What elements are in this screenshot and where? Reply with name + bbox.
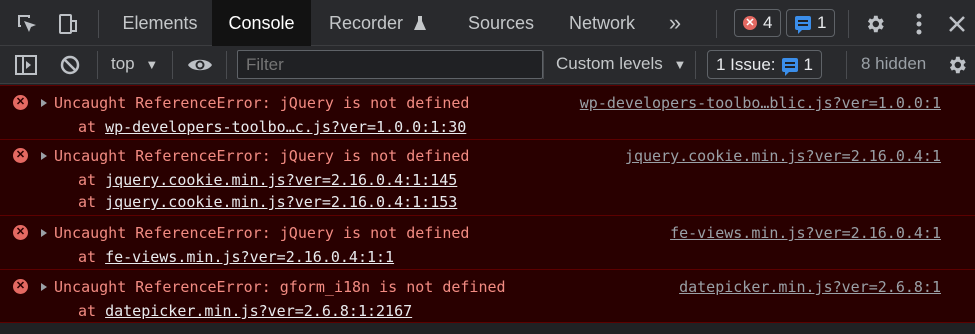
- stack-link[interactable]: jquery.cookie.min.js?ver=2.16.0.4:1:153: [105, 193, 457, 211]
- stack-frame: at jquery.cookie.min.js?ver=2.16.0.4:1:1…: [78, 193, 457, 211]
- tab-elements[interactable]: Elements: [112, 0, 208, 46]
- stack-frame: at wp-developers-toolbo…c.js?ver=1.0.0:1…: [78, 118, 466, 136]
- log-levels-dropdown[interactable]: Custom levels ▼: [556, 54, 686, 74]
- error-count: 4: [763, 13, 773, 32]
- divider: [226, 51, 227, 79]
- error-text: Uncaught ReferenceError: jQuery is not d…: [54, 224, 470, 242]
- device-toolbar-icon[interactable]: [55, 11, 81, 37]
- message-icon: [795, 16, 811, 34]
- divider: [716, 10, 717, 38]
- error-icon: ✕: [743, 16, 757, 30]
- error-text: Uncaught ReferenceError: gform_i18n is n…: [54, 278, 506, 296]
- console-error-message: ✕ Uncaught ReferenceError: jQuery is not…: [0, 139, 975, 215]
- divider: [848, 10, 849, 38]
- context-selector-label: top: [111, 54, 135, 73]
- more-options-icon[interactable]: [906, 11, 932, 37]
- error-icon: ✕: [13, 225, 28, 240]
- divider: [98, 10, 99, 38]
- error-icon: ✕: [13, 148, 28, 163]
- devtools-tabbar: Elements Console Recorder Sources Networ…: [0, 0, 975, 46]
- tab-recorder-label: Recorder: [329, 13, 404, 33]
- divider: [97, 51, 98, 79]
- stack-prefix: at: [78, 302, 106, 320]
- error-icon: ✕: [13, 279, 28, 294]
- console-settings-gear-icon[interactable]: [944, 52, 970, 78]
- context-selector[interactable]: top ▼: [111, 54, 158, 74]
- stack-link[interactable]: jquery.cookie.min.js?ver=2.16.0.4:1:145: [105, 171, 457, 189]
- stack-link[interactable]: wp-developers-toolbo…c.js?ver=1.0.0:1:30: [105, 118, 466, 136]
- error-text: Uncaught ReferenceError: jQuery is not d…: [54, 147, 470, 165]
- close-devtools-icon[interactable]: [944, 11, 970, 37]
- dropdown-arrow-icon: ▼: [673, 57, 687, 72]
- tab-console[interactable]: Console: [212, 0, 311, 46]
- expand-triangle-icon[interactable]: [41, 283, 47, 291]
- divider: [695, 51, 696, 79]
- hidden-count: 8 hidden: [861, 54, 927, 73]
- stack-prefix: at: [78, 171, 106, 189]
- sidebar-toggle-icon[interactable]: [14, 53, 38, 77]
- message-count-badge[interactable]: 1: [786, 9, 836, 37]
- inspect-element-icon[interactable]: [14, 11, 40, 37]
- clear-console-icon[interactable]: [58, 53, 82, 77]
- source-link[interactable]: wp-developers-toolbo…blic.js?ver=1.0.0:1: [580, 94, 941, 112]
- tab-network[interactable]: Network: [554, 0, 650, 46]
- message-icon: [781, 57, 798, 76]
- console-error-message: ✕ Uncaught ReferenceError: gform_i18n is…: [0, 269, 975, 322]
- dropdown-arrow-icon: ▼: [145, 57, 159, 72]
- expand-triangle-icon[interactable]: [41, 152, 47, 160]
- stack-frame: at fe-views.min.js?ver=2.16.0.4:1:1: [78, 248, 394, 266]
- stack-link[interactable]: fe-views.min.js?ver=2.16.0.4:1:1: [105, 248, 394, 266]
- source-link[interactable]: fe-views.min.js?ver=2.16.0.4:1: [670, 224, 941, 242]
- stack-frame: at jquery.cookie.min.js?ver=2.16.0.4:1:1…: [78, 171, 457, 189]
- live-expression-eye-icon[interactable]: [186, 53, 214, 77]
- console-toolbar: top ▼ Custom levels ▼ 1 Issue: 1 8 hidde…: [0, 46, 975, 84]
- issues-label: 1 Issue:: [716, 54, 776, 74]
- divider: [543, 51, 544, 79]
- error-icon: ✕: [13, 95, 28, 110]
- log-levels-label: Custom levels: [556, 54, 663, 73]
- stack-prefix: at: [78, 118, 106, 136]
- tab-sources[interactable]: Sources: [455, 0, 547, 46]
- issues-count: 1: [803, 54, 814, 74]
- settings-gear-icon[interactable]: [862, 11, 888, 37]
- source-link[interactable]: jquery.cookie.min.js?ver=2.16.0.4:1: [625, 147, 941, 165]
- expand-triangle-icon[interactable]: [41, 229, 47, 237]
- stack-link[interactable]: datepicker.min.js?ver=2.6.8:1:2167: [105, 302, 412, 320]
- stack-prefix: at: [78, 248, 106, 266]
- stack-frame: at datepicker.min.js?ver=2.6.8:1:2167: [78, 302, 412, 320]
- divider: [846, 51, 847, 79]
- error-count-badge[interactable]: ✕ 4: [734, 9, 782, 37]
- tab-recorder[interactable]: Recorder: [316, 0, 438, 46]
- message-count: 1: [817, 13, 827, 32]
- console-prompt-area[interactable]: [0, 322, 975, 334]
- source-link[interactable]: datepicker.min.js?ver=2.6.8:1: [679, 278, 941, 296]
- divider: [172, 51, 173, 79]
- stack-prefix: at: [78, 193, 106, 211]
- flask-icon: [414, 16, 427, 30]
- filter-input[interactable]: [237, 50, 543, 79]
- console-error-message: ✕ Uncaught ReferenceError: jQuery is not…: [0, 85, 975, 139]
- issues-button[interactable]: 1 Issue: 1: [707, 50, 823, 79]
- console-error-message: ✕ Uncaught ReferenceError: jQuery is not…: [0, 215, 975, 269]
- more-tabs-chevron-icon[interactable]: »: [664, 0, 686, 46]
- error-text: Uncaught ReferenceError: jQuery is not d…: [54, 94, 470, 112]
- expand-triangle-icon[interactable]: [41, 99, 47, 107]
